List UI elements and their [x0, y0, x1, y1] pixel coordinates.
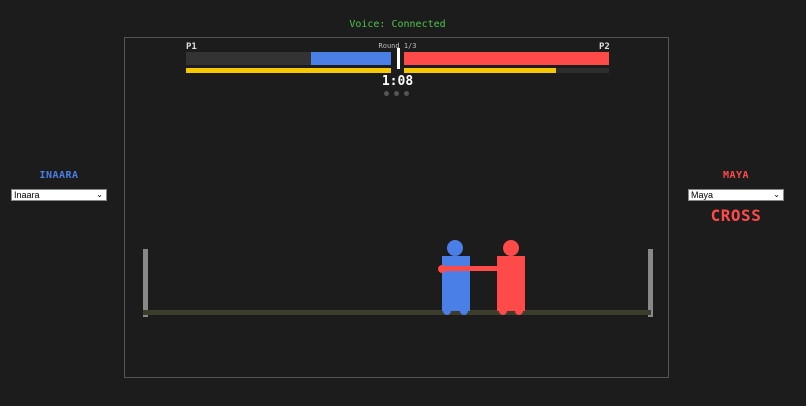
- player-2-name: MAYA: [722, 170, 750, 181]
- chevron-down-icon: ⌄: [773, 190, 780, 199]
- chevron-down-icon: ⌄: [96, 190, 103, 199]
- p1-health-bar: [186, 52, 391, 65]
- round-dot: [394, 91, 399, 96]
- player-1-select-value: Inaara: [14, 190, 40, 200]
- round-dots: [384, 91, 414, 97]
- fighter-p2-punch-arm: [441, 266, 499, 271]
- player-2-action: CROSS: [710, 206, 762, 225]
- round-dot: [404, 91, 409, 96]
- game-arena[interactable]: P1 P2 Round 1/3 1:08: [124, 37, 669, 378]
- fighter-p2-body: [497, 256, 525, 311]
- fighter-p1-head: [447, 240, 463, 256]
- player-2-select-value: Maya: [691, 190, 714, 200]
- p2-health-fill: [404, 52, 609, 65]
- health-divider: [397, 48, 400, 69]
- fighter-p2-fist: [438, 265, 446, 273]
- p2-stamina-bar: [404, 68, 609, 73]
- player-2-panel: MAYA Maya ⌄ CROSS: [688, 170, 784, 225]
- right-ring-post: [648, 249, 653, 317]
- p1-stamina-bar: [186, 68, 391, 73]
- voice-status: Voice: Connected: [349, 19, 446, 30]
- player-1-panel: INAARA Inaara ⌄: [11, 170, 107, 201]
- p1-stamina-fill: [186, 68, 391, 73]
- player-1-select[interactable]: Inaara ⌄: [11, 189, 107, 201]
- player-1-name: INAARA: [39, 170, 79, 181]
- round-dot: [384, 91, 389, 96]
- fighter-p1-body: [442, 256, 470, 311]
- ring-floor: [143, 310, 651, 315]
- round-timer: 1:08: [381, 74, 414, 89]
- p2-stamina-fill: [404, 68, 556, 73]
- p2-health-bar: [404, 52, 609, 65]
- p1-health-fill: [311, 52, 391, 65]
- fighter-p2-head: [503, 240, 519, 256]
- left-ring-post: [143, 249, 148, 317]
- player-2-select[interactable]: Maya ⌄: [688, 189, 784, 201]
